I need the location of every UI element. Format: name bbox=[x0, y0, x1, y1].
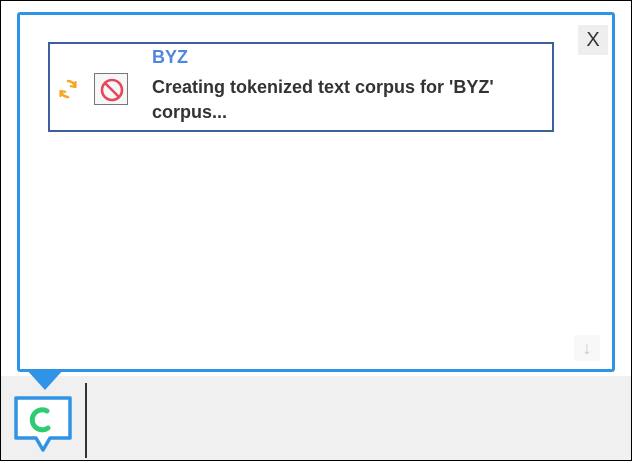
notifications-button[interactable] bbox=[12, 394, 74, 458]
task-title: BYZ bbox=[152, 47, 188, 67]
taskbar bbox=[1, 376, 631, 460]
taskbar-divider bbox=[85, 383, 87, 458]
task-item: BYZ Creating tokenized text corpus for '… bbox=[48, 42, 554, 132]
cancel-task-button[interactable] bbox=[94, 73, 128, 105]
panel-pointer bbox=[26, 369, 64, 390]
notification-panel: X BYZ Creating tokenized text corpus for… bbox=[17, 12, 615, 372]
chat-bubble-icon bbox=[12, 396, 74, 462]
task-message: Creating tokenized text corpus for 'BYZ'… bbox=[152, 77, 494, 122]
scroll-down-button[interactable]: ↓ bbox=[574, 335, 600, 361]
sync-icon bbox=[56, 77, 80, 101]
close-button[interactable]: X bbox=[578, 25, 608, 55]
